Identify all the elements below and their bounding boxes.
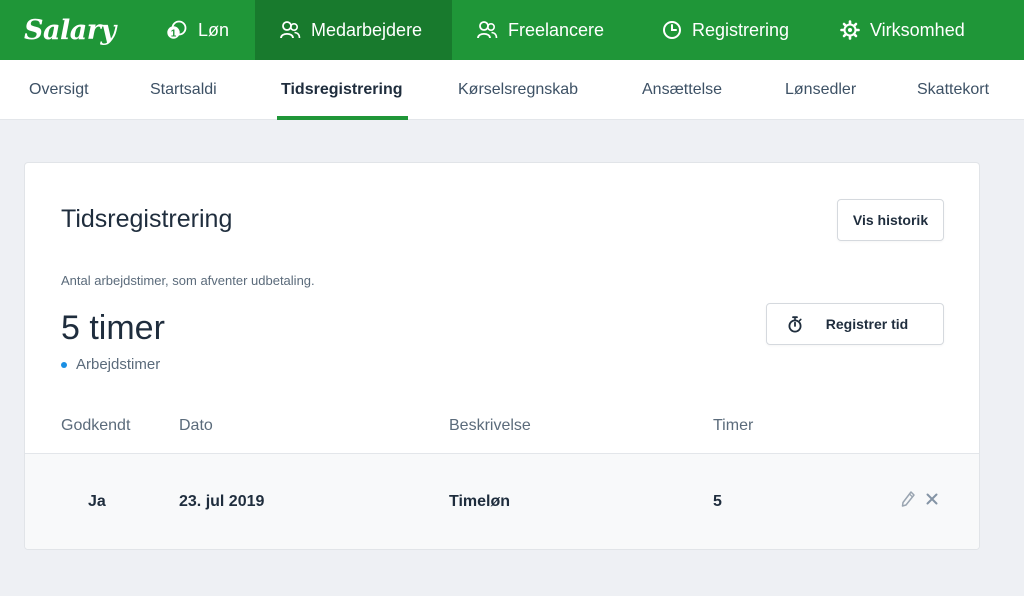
legend: Arbejdstimer (61, 356, 160, 373)
nav-label-lon: Løn (198, 19, 230, 40)
tab-oversigt[interactable]: Oversigt (29, 60, 89, 120)
cell-hours: 5 (713, 493, 722, 510)
tab-tidsregistrering[interactable]: Tidsregistrering (277, 60, 408, 120)
tab-korselsregnskab[interactable]: Kørselsregnskab (458, 60, 578, 120)
column-header-description[interactable]: Beskrivelse (449, 417, 531, 435)
pending-hours-value: 5 timer (61, 309, 165, 347)
cell-date: 23. jul 2019 (179, 493, 265, 510)
cell-approved: Ja (88, 493, 106, 510)
column-header-date[interactable]: Dato (179, 417, 213, 435)
users-icon (477, 21, 498, 39)
nav-item-medarbejdere[interactable]: Medarbejdere (255, 0, 452, 60)
tab-startsaldi[interactable]: Startsaldi (150, 60, 217, 120)
tab-lonsedler[interactable]: Lønsedler (785, 60, 856, 120)
legend-dot (61, 361, 67, 368)
svg-text:1: 1 (171, 29, 177, 40)
delete-icon[interactable] (925, 492, 939, 506)
salary-logo[interactable]: Salary (0, 0, 140, 60)
nav-item-lon[interactable]: 1 Løn (140, 0, 255, 60)
clock-icon (663, 21, 681, 39)
cell-description: Timeløn (449, 493, 511, 510)
nav-item-freelancere[interactable]: Freelancere (452, 0, 638, 60)
column-header-hours[interactable]: Timer (713, 417, 753, 435)
table-row[interactable]: Ja 23. jul 2019 Timeløn 5 (25, 453, 979, 549)
column-header-approved[interactable]: Godkendt (61, 417, 130, 435)
nav-label-medarbejdere: Medarbejdere (311, 19, 423, 40)
legend-label: Arbejdstimer (76, 356, 161, 373)
stopwatch-icon (788, 316, 802, 333)
nav-item-virksomhed[interactable]: Virksomhed (816, 0, 996, 60)
nav-label-registrering: Registrering (692, 19, 790, 40)
gear-icon (840, 20, 860, 40)
page-title: Tidsregistrering (61, 205, 233, 233)
edit-icon[interactable] (900, 490, 916, 508)
nav-label-freelancere: Freelancere (508, 19, 605, 40)
sub-navigation: Oversigt Startsaldi Tidsregistrering Kør… (0, 60, 1024, 120)
nav-label-virksomhed: Virksomhed (870, 19, 965, 40)
nav-item-registrering[interactable]: Registrering (638, 0, 816, 60)
register-time-button[interactable]: Registrer tid (766, 303, 944, 345)
top-navigation: Salary 1 Løn Medarbejdere Freelancere Re… (0, 0, 1024, 60)
coin-icon: 1 (167, 20, 187, 40)
register-time-label: Registrer tid (825, 316, 909, 332)
users-icon (280, 21, 301, 39)
tab-skattekort[interactable]: Skattekort (917, 60, 989, 120)
show-history-button[interactable]: Vis historik (837, 199, 944, 241)
tab-ansaettelse[interactable]: Ansættelse (642, 60, 722, 120)
time-registration-card: Tidsregistrering Vis historik Antal arbe… (24, 162, 980, 550)
pending-description: Antal arbejdstimer, som afventer udbetal… (61, 273, 315, 288)
